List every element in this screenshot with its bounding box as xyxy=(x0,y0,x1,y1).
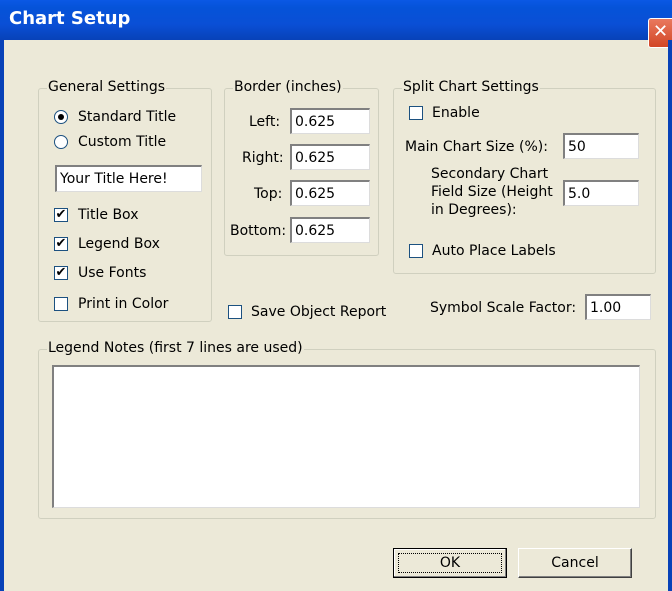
title-text-field[interactable]: Your Title Here! xyxy=(55,165,202,192)
split-enable-checkbox[interactable] xyxy=(409,106,423,120)
split-chart-legend: Split Chart Settings xyxy=(402,79,540,95)
secondary-size-field[interactable]: 5.0 xyxy=(563,180,639,206)
border-bottom-label: Bottom: xyxy=(230,223,287,239)
standard-title-label[interactable]: Standard Title xyxy=(78,109,176,125)
checkmark-icon: ✔ xyxy=(55,265,67,280)
use-fonts-checkbox[interactable]: ✔ xyxy=(54,266,68,280)
auto-place-labels-checkbox[interactable] xyxy=(409,244,423,258)
legend-notes-textarea[interactable] xyxy=(52,365,640,508)
legend-box-checkbox[interactable]: ✔ xyxy=(54,237,68,251)
border-left-label: Left: xyxy=(249,114,281,130)
split-enable-label[interactable]: Enable xyxy=(432,105,480,121)
window-frame-right xyxy=(668,40,672,591)
print-in-color-label[interactable]: Print in Color xyxy=(78,296,168,312)
save-object-report-label[interactable]: Save Object Report xyxy=(251,304,386,320)
border-legend: Border (inches) xyxy=(233,79,343,95)
general-settings-legend: General Settings xyxy=(47,79,167,95)
custom-title-radio[interactable] xyxy=(54,135,68,149)
border-top-field[interactable]: 0.625 xyxy=(290,180,370,206)
legend-box-label[interactable]: Legend Box xyxy=(78,236,160,252)
ok-button[interactable]: OK xyxy=(393,548,507,578)
border-top-label: Top: xyxy=(254,186,283,202)
border-left-field[interactable]: 0.625 xyxy=(290,108,370,134)
secondary-size-label-line3: in Degrees): xyxy=(431,202,517,218)
title-box-label[interactable]: Title Box xyxy=(78,207,138,223)
secondary-size-label-line2: Field Size (Height xyxy=(431,184,553,200)
print-in-color-checkbox[interactable] xyxy=(54,297,68,311)
legend-notes-legend: Legend Notes (first 7 lines are used) xyxy=(47,340,304,356)
cancel-button[interactable]: Cancel xyxy=(518,548,632,578)
symbol-scale-field[interactable]: 1.00 xyxy=(585,294,651,320)
secondary-size-label-line1: Secondary Chart xyxy=(431,166,549,182)
close-icon: ✕ xyxy=(652,21,669,42)
title-box-checkbox[interactable]: ✔ xyxy=(54,208,68,222)
border-right-label: Right: xyxy=(242,150,284,166)
checkmark-icon: ✔ xyxy=(55,236,67,251)
chart-setup-dialog: Chart Setup ✕ General Settings Standard … xyxy=(0,0,672,591)
focus-ring xyxy=(398,553,502,573)
cancel-button-label: Cancel xyxy=(551,555,599,571)
radio-selected-dot xyxy=(58,114,64,120)
standard-title-radio[interactable] xyxy=(54,110,68,124)
title-bar[interactable]: Chart Setup xyxy=(0,0,672,40)
main-chart-size-label: Main Chart Size (%): xyxy=(405,139,548,155)
auto-place-labels-label[interactable]: Auto Place Labels xyxy=(432,243,556,259)
border-bottom-field[interactable]: 0.625 xyxy=(290,217,370,243)
window-title: Chart Setup xyxy=(9,8,131,29)
window-frame-left xyxy=(0,40,4,591)
use-fonts-label[interactable]: Use Fonts xyxy=(78,265,146,281)
main-chart-size-field[interactable]: 50 xyxy=(563,133,639,159)
symbol-scale-label: Symbol Scale Factor: xyxy=(430,300,577,316)
custom-title-label[interactable]: Custom Title xyxy=(78,134,166,150)
border-right-field[interactable]: 0.625 xyxy=(290,144,370,170)
save-object-report-checkbox[interactable] xyxy=(228,305,242,319)
checkmark-icon: ✔ xyxy=(55,207,67,222)
